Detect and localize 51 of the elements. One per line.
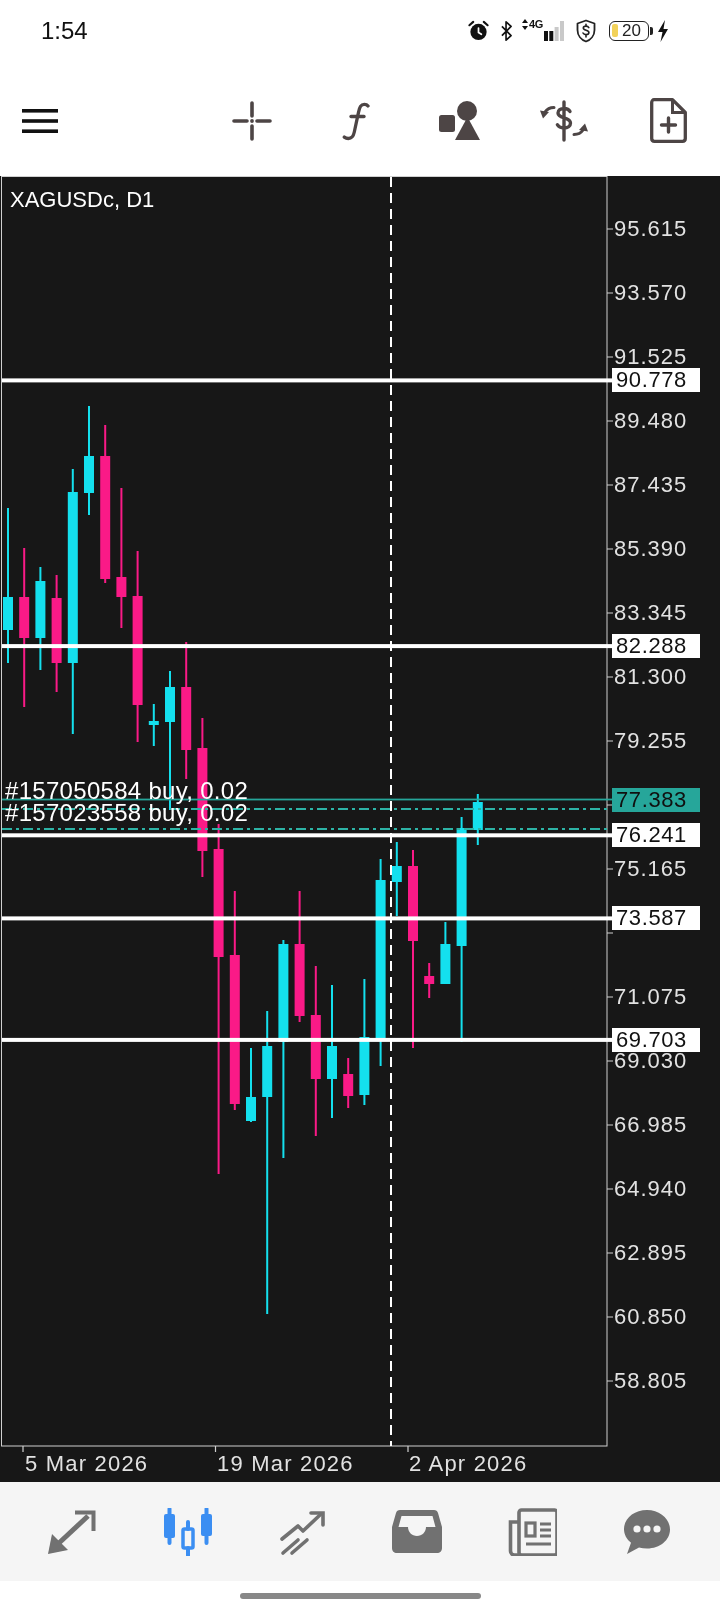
price-axis-label: 69.030 [614, 1052, 688, 1070]
price-axis-label: 95.615 [614, 220, 688, 238]
price-axis-label: 71.075 [614, 988, 688, 1006]
bearish-candle [424, 963, 435, 998]
shapes-icon[interactable] [439, 101, 481, 140]
battery-percent: 20 [622, 21, 641, 40]
price-axis-label: 60.850 [614, 1308, 688, 1326]
price-axis-label: 64.940 [614, 1180, 688, 1198]
price-axis-label: 75.165 [614, 860, 688, 878]
network-type-label: 4G [528, 18, 543, 30]
price-tag: 82.288 [612, 634, 700, 659]
dollar-arrows-icon[interactable] [539, 99, 589, 142]
chat-bubble-icon[interactable] [621, 1507, 672, 1556]
price-axis-label: 91.525 [614, 348, 688, 366]
inbox-icon[interactable] [392, 1507, 443, 1556]
charging-bolt-icon [657, 19, 669, 42]
newspaper-icon[interactable] [507, 1507, 557, 1556]
data-arrows-icon [521, 18, 528, 30]
price-axis-label: 58.805 [614, 1372, 688, 1390]
price-tag: 90.778 [612, 368, 700, 393]
crosshair-icon[interactable] [232, 100, 272, 141]
candlestick-icon[interactable] [163, 1507, 213, 1556]
bullish-candle [440, 922, 451, 984]
bullish-candle [148, 704, 159, 746]
date-axis-label: 2 Apr 2026 [409, 1452, 528, 1476]
function-f-icon[interactable] [342, 100, 370, 141]
price-tag: 73.587 [612, 906, 700, 931]
price-axis-label: 89.480 [614, 412, 688, 430]
price-axis-label: 62.895 [614, 1244, 688, 1262]
price-axis-label: 85.390 [614, 540, 688, 558]
signal-bars-icon [544, 20, 564, 41]
date-axis-label: 5 Mar 2026 [25, 1452, 149, 1476]
price-axis-label: 83.345 [614, 604, 688, 622]
price-axis-label: 66.985 [614, 1116, 688, 1134]
price-tag: 69.703 [612, 1027, 700, 1052]
price-tag: 76.241 [612, 823, 700, 848]
document-plus-icon[interactable] [649, 98, 687, 143]
battery-level-fill [612, 24, 618, 37]
alarm-clock-icon [466, 19, 490, 42]
price-axis-label: 87.435 [614, 476, 688, 494]
price-axis-label: 81.300 [614, 668, 688, 686]
bluetooth-icon [499, 19, 513, 42]
menu-icon[interactable] [22, 108, 58, 133]
price-axis-label: 79.255 [614, 732, 688, 750]
symbol-label: XAGUSDc, D1 [10, 188, 155, 212]
bid-price-tag: 77.383 [612, 787, 700, 812]
bearish-candle [343, 1058, 354, 1108]
price-axis-label: 93.570 [614, 284, 688, 302]
status-time: 1:54 [41, 17, 88, 44]
date-axis-label: 19 Mar 2026 [217, 1452, 354, 1476]
shield-dollar-icon [575, 18, 597, 43]
